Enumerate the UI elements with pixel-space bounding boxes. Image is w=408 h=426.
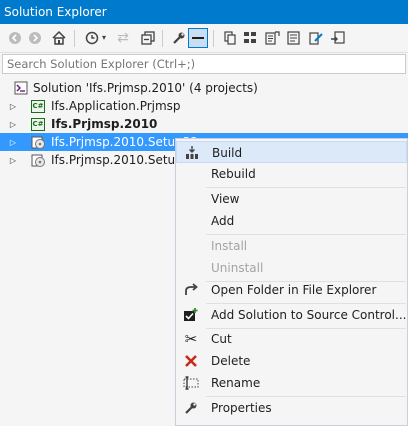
rename-icon [183,375,199,391]
toolbar-separator [213,30,214,47]
edit-icon[interactable] [306,28,326,48]
expand-arrow-icon[interactable]: ▷ [8,138,18,147]
toolbar-separator [74,30,75,47]
csharp-project-icon: C# [30,116,46,132]
setup-project-icon [30,152,46,168]
menu-item-properties[interactable]: Properties [176,397,407,419]
back-icon[interactable] [5,28,25,48]
solution-icon [13,80,29,96]
properties-icon[interactable] [169,28,189,48]
menu-item-cut[interactable]: ✂ Cut [176,328,407,350]
tree-item-project[interactable]: ▷ C# Ifs.Prjmsp.2010 [0,115,408,133]
view-code-icon[interactable] [262,28,282,48]
home-icon[interactable] [49,28,69,48]
delete-x-icon [183,353,199,369]
menu-item-delete[interactable]: Delete [176,350,407,372]
expand-arrow-icon[interactable]: ▷ [8,156,18,165]
open-folder-arrow-icon [183,282,199,298]
add-source-control-icon [183,307,199,323]
scissors-icon: ✂ [184,329,198,348]
toolbar-separator [162,30,163,47]
pending-changes-filter-icon[interactable] [188,28,208,48]
tree-item-label: Solution 'Ifs.Prjmsp.2010' (4 projects) [33,81,258,95]
menu-item-rebuild[interactable]: Rebuild [176,163,407,185]
tree-item-solution[interactable]: Solution 'Ifs.Prjmsp.2010' (4 projects) [0,79,408,97]
menu-item-view[interactable]: View [176,188,407,210]
search-input[interactable] [2,54,406,74]
menu-item-add[interactable]: Add [176,210,407,232]
expand-arrow-icon[interactable]: ▷ [8,120,18,129]
menu-item-uninstall[interactable]: Uninstall [176,257,407,279]
expand-arrow-icon[interactable]: ▷ [8,102,18,111]
menu-item-open-folder[interactable]: Open Folder in File Explorer [176,279,407,301]
toolbar: ▾ ⇄ [0,24,408,53]
tree-item-label: Ifs.Application.Prjmsp [51,99,181,113]
context-menu: Build Rebuild View Add Install Uninstall… [175,138,408,426]
wrench-icon [183,400,199,416]
sync-icon[interactable]: ⇄ [113,28,133,48]
csharp-project-icon: C# [30,98,46,114]
menu-item-install[interactable]: Install [176,235,407,257]
setup-project-icon [30,134,46,150]
collapse-all-icon[interactable] [138,28,158,48]
menu-item-rename[interactable]: Rename [176,372,407,394]
build-icon [184,145,200,161]
chevron-down-icon[interactable]: ▾ [99,28,109,48]
window-title: Solution Explorer [0,0,408,24]
show-all-files-icon[interactable] [220,28,240,48]
refresh-icon[interactable] [240,28,260,48]
preview-icon[interactable] [328,28,348,48]
menu-item-build[interactable]: Build [176,141,407,163]
tree-item-project[interactable]: ▷ C# Ifs.Application.Prjmsp [0,97,408,115]
tree-item-label: Ifs.Prjmsp.2010 [51,117,158,131]
menu-item-add-source-control[interactable]: Add Solution to Source Control... [176,304,407,326]
view-designer-icon[interactable] [284,28,304,48]
forward-icon[interactable] [25,28,45,48]
